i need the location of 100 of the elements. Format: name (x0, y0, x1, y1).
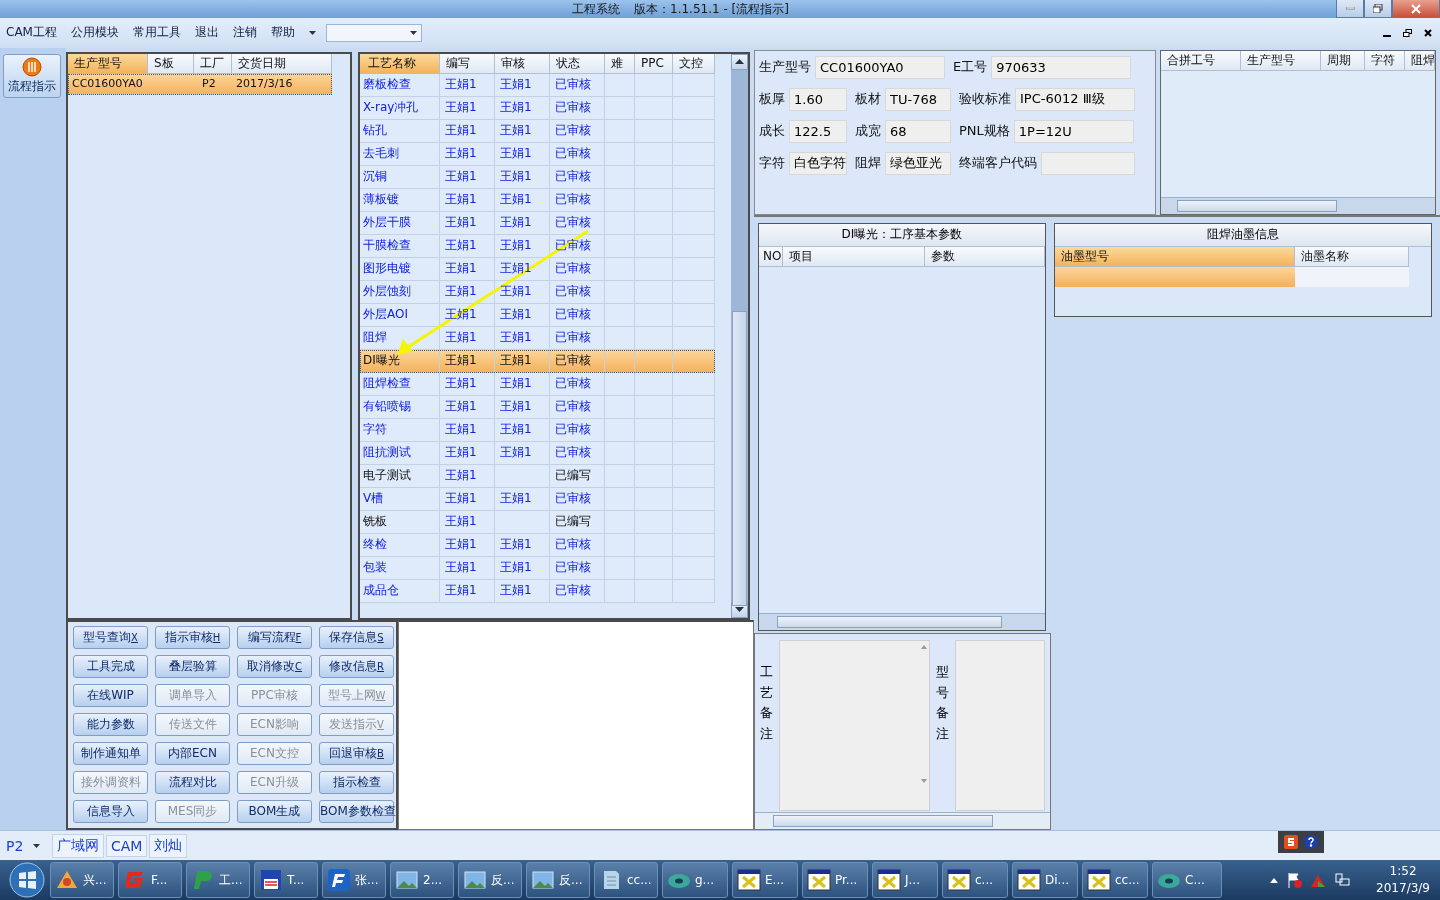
taskbar-button[interactable]: J... (872, 862, 938, 899)
process-row[interactable]: X-ray冲孔 王娟1 王娟1 已审核 (360, 96, 715, 120)
column-header[interactable]: 工艺名称 (360, 53, 440, 74)
taskbar-button[interactable]: E... (732, 862, 798, 899)
taskbar-button[interactable]: T... (254, 862, 318, 899)
restore-button[interactable] (1364, 0, 1392, 18)
taskbar-button[interactable]: 2... (390, 862, 454, 899)
column-header[interactable]: NO (759, 246, 783, 267)
process-row[interactable]: 阻焊检查 王娟1 王娟1 已审核 (360, 372, 715, 396)
vertical-scrollbar[interactable] (920, 644, 927, 785)
action-button[interactable]: 取消修改C (237, 654, 312, 678)
menu-item[interactable]: CAM工程 (6, 24, 57, 42)
taskbar-button[interactable]: 张... (322, 862, 386, 899)
process-row[interactable]: 薄板镀 王娟1 王娟1 已审核 (360, 188, 715, 212)
action-button[interactable]: 流程对比 (155, 770, 230, 794)
horizontal-scrollbar[interactable] (1161, 196, 1435, 214)
process-row[interactable]: 磨板检查 王娟1 王娟1 已审核 (360, 73, 715, 97)
menu-combo-field[interactable] (325, 23, 422, 42)
ime-toolbar[interactable] (1278, 830, 1324, 853)
input-field[interactable]: CC01600YA0 (815, 55, 945, 79)
input-field[interactable]: 绿色亚光 (885, 151, 951, 175)
horizontal-scrollbar[interactable] (755, 811, 1050, 829)
process-row[interactable]: 外层干膜 王娟1 王娟1 已审核 (360, 211, 715, 235)
remark-field[interactable] (954, 639, 1045, 811)
order-row[interactable]: CC01600YA0 P2 2017/3/16 (68, 73, 332, 95)
flow-guide-button[interactable]: 流程指示 (3, 53, 61, 98)
taskbar-button[interactable]: 反... (526, 862, 590, 899)
action-button[interactable]: 工具完成 (73, 654, 148, 678)
column-header[interactable]: 项目 (783, 246, 925, 267)
process-row[interactable]: 外层蚀刻 王娟1 王娟1 已审核 (360, 280, 715, 304)
menu-item[interactable]: 退出 (194, 24, 219, 42)
clock[interactable]: 1:52 2017/3/9 (1376, 863, 1430, 898)
flag-icon[interactable] (1286, 872, 1303, 889)
taskbar-button[interactable]: 工... (186, 862, 250, 899)
column-header[interactable]: 工厂 (194, 53, 232, 74)
close-icon[interactable] (1424, 28, 1432, 37)
column-header[interactable]: 油墨型号 (1055, 246, 1295, 267)
taskbar-button[interactable]: cc... (594, 862, 658, 899)
taskbar-button[interactable]: 反... (458, 862, 522, 899)
factory-selector[interactable]: P2 (6, 837, 50, 854)
restore-icon[interactable] (1403, 28, 1412, 37)
process-row[interactable]: 钻孔 王娟1 王娟1 已审核 (360, 119, 715, 143)
action-button[interactable]: 能力参数 (73, 712, 148, 736)
start-button[interactable] (8, 861, 46, 900)
action-button[interactable]: 型号查询X (73, 625, 148, 649)
action-button[interactable]: 内部ECN (155, 741, 230, 765)
process-row[interactable]: 字符 王娟1 王娟1 已审核 (360, 418, 715, 442)
process-row[interactable]: 终检 王娟1 王娟1 已审核 (360, 533, 715, 557)
column-header[interactable]: 字符 (1365, 50, 1405, 71)
menu-item[interactable]: 注销 (232, 24, 257, 42)
process-row[interactable]: DI曝光 王娟1 王娟1 已审核 (360, 349, 715, 373)
action-button[interactable]: 回退审核B (319, 741, 394, 765)
taskbar-button[interactable]: 兴... (50, 862, 114, 899)
taskbar-button[interactable]: F... (118, 862, 182, 899)
horizontal-scrollbar[interactable] (759, 612, 1045, 630)
taskbar-button[interactable]: g... (662, 862, 728, 899)
column-header[interactable]: S板 (148, 53, 194, 74)
vertical-scrollbar[interactable] (731, 53, 748, 618)
input-field[interactable]: 970633 (991, 55, 1132, 79)
show-hidden-icon[interactable] (1270, 877, 1279, 883)
menu-item[interactable]: 帮助 (270, 24, 295, 42)
column-header[interactable]: 生产型号 (68, 53, 148, 74)
action-button[interactable]: 信息导入 (73, 799, 148, 823)
column-header[interactable]: 阻焊 (1405, 50, 1435, 71)
input-field[interactable]: 白色字符 (789, 151, 847, 175)
input-field[interactable]: 122.5 (789, 119, 847, 143)
process-row[interactable]: 成品仓 王娟1 王娟1 已审核 (360, 579, 715, 603)
column-header[interactable]: 周期 (1321, 50, 1365, 71)
close-button[interactable] (1392, 0, 1440, 18)
action-button[interactable]: 保存信息S (319, 625, 394, 649)
action-button[interactable]: 编写流程F (237, 625, 312, 649)
action-button[interactable]: 指示审核H (155, 625, 230, 649)
column-header[interactable]: 生产型号 (1241, 50, 1321, 71)
menu-item[interactable]: 常用工具 (132, 24, 181, 42)
taskbar-button[interactable]: C... (1152, 862, 1222, 899)
input-method-icon[interactable] (1284, 834, 1298, 849)
column-header[interactable]: 状态 (550, 53, 605, 74)
taskbar-button[interactable]: cc... (1082, 862, 1148, 899)
action-button[interactable]: 修改信息R (319, 654, 394, 678)
input-field[interactable]: 1P=12U (1013, 119, 1134, 143)
action-button[interactable]: 制作通知单 (73, 741, 148, 765)
process-row[interactable]: 铣板 王娟1 已编写 (360, 510, 715, 534)
process-row[interactable]: V槽 王娟1 王娟1 已审核 (360, 487, 715, 511)
process-row[interactable]: 电子测试 王娟1 已编写 (360, 464, 715, 488)
taskbar-button[interactable]: Pr... (802, 862, 868, 899)
action-button[interactable]: 叠层验算 (155, 654, 230, 678)
column-header[interactable]: 油墨名称 (1295, 246, 1409, 267)
action-button[interactable]: BOM生成 (237, 799, 312, 823)
input-field[interactable]: IPC-6012 Ⅲ级 (1015, 87, 1135, 111)
input-field[interactable] (1041, 151, 1135, 175)
column-header[interactable]: 参数 (925, 246, 1045, 267)
column-header[interactable]: PPC (635, 53, 673, 74)
process-row[interactable]: 包装 王娟1 王娟1 已审核 (360, 556, 715, 580)
process-row[interactable]: 有铅喷锡 王娟1 王娟1 已审核 (360, 395, 715, 419)
column-header[interactable]: 审核 (495, 53, 550, 74)
remark-field[interactable] (779, 639, 930, 811)
process-row[interactable]: 阻抗测试 王娟1 王娟1 已审核 (360, 441, 715, 465)
taskbar-button[interactable]: c... (942, 862, 1008, 899)
action-button[interactable]: 在线WIP (73, 683, 148, 707)
column-header[interactable]: 文控 (673, 53, 715, 74)
